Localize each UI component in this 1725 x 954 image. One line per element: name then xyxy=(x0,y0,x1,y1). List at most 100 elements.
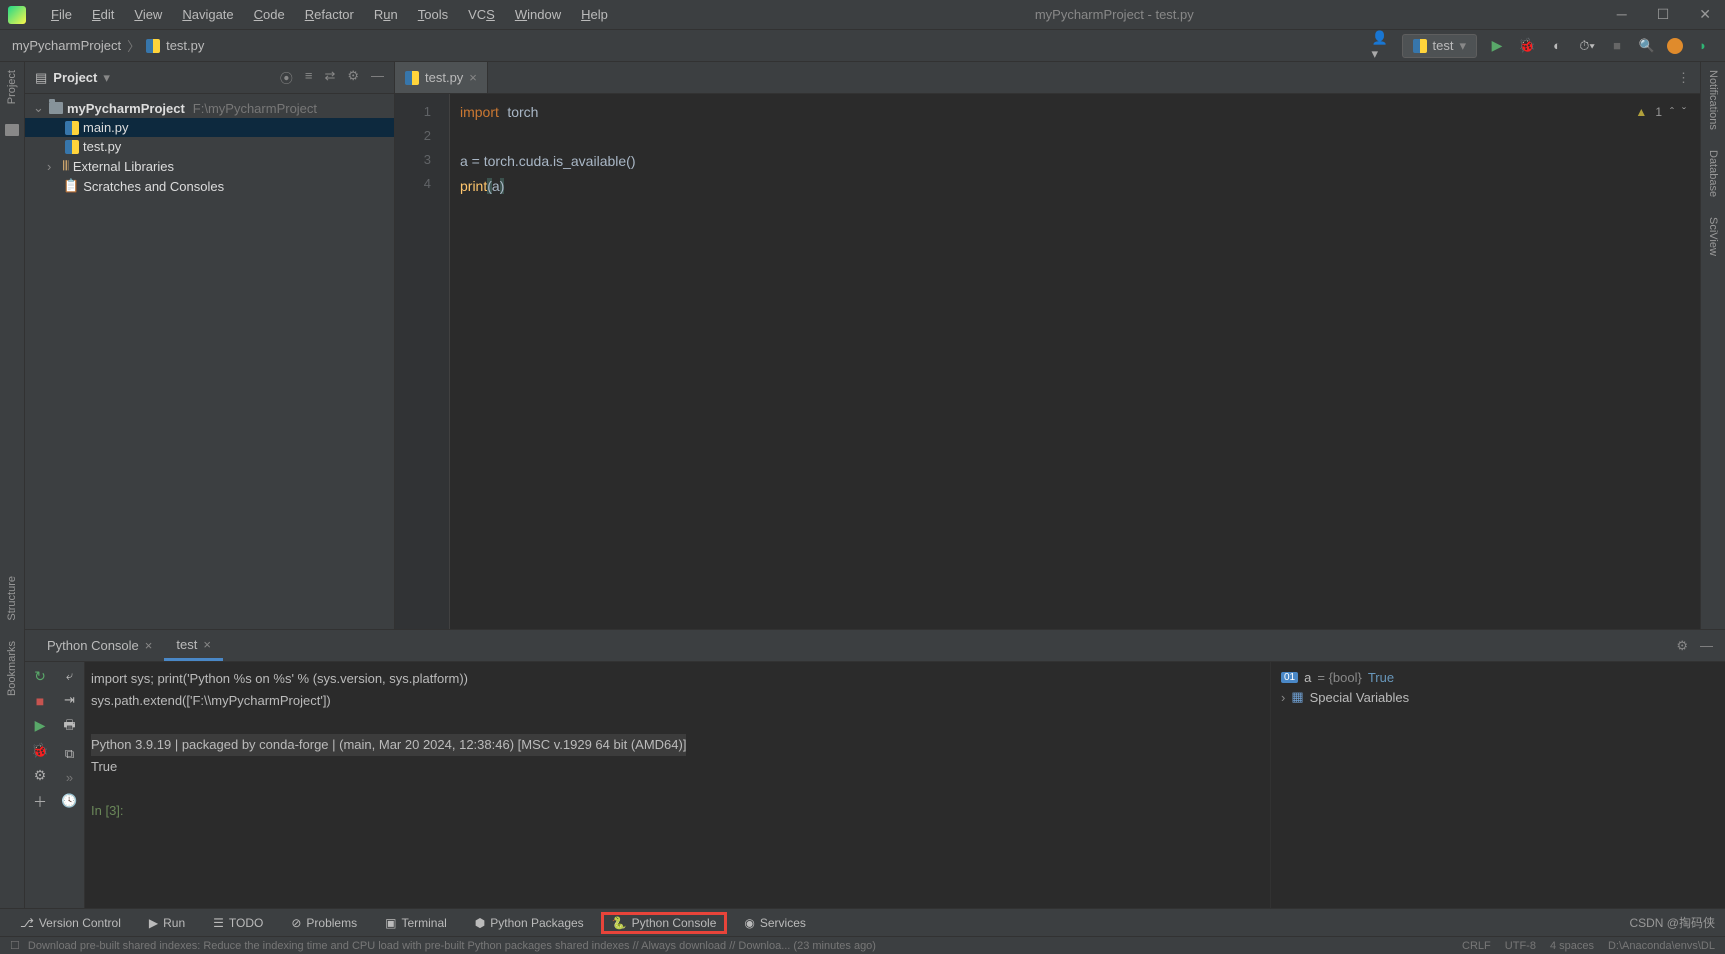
settings-icon[interactable]: ⚙ xyxy=(34,767,47,784)
tree-root[interactable]: ⌄ myPycharmProject F:\myPycharmProject xyxy=(25,98,394,118)
menu-window[interactable]: Window xyxy=(505,7,571,22)
scroll-icon[interactable]: ⇥ xyxy=(64,692,75,708)
breadcrumb-project[interactable]: myPycharmProject xyxy=(12,38,121,53)
close-icon[interactable]: × xyxy=(203,637,211,652)
bt-vcs[interactable]: ⎇Version Control xyxy=(10,913,131,933)
bt-label: Problems xyxy=(306,916,357,930)
bt-terminal[interactable]: ▣Terminal xyxy=(375,913,457,933)
next-highlight-icon[interactable]: ˇ xyxy=(1682,100,1686,124)
chevron-right-icon[interactable]: › xyxy=(1281,690,1285,705)
bottom-toolbar: ⎇Version Control ▶Run ☰TODO ⊘Problems ▣T… xyxy=(0,908,1725,936)
tree-external-libs[interactable]: › 𝄃𝄃 External Libraries xyxy=(25,156,394,176)
debug-icon[interactable]: 🐞 xyxy=(31,742,48,759)
tree-file-main[interactable]: main.py xyxy=(25,118,394,137)
panel-hide-icon[interactable]: — xyxy=(1700,638,1713,654)
tree-file-test[interactable]: test.py xyxy=(25,137,394,156)
breadcrumb-file[interactable]: test.py xyxy=(166,38,204,53)
console-prompt[interactable]: In [3]: xyxy=(91,800,1264,822)
bp-tab-label: Python Console xyxy=(47,638,139,653)
notifications-tool-tab[interactable]: Notifications xyxy=(1707,70,1719,130)
stop-button[interactable]: ■ xyxy=(1607,36,1627,56)
nav-bar: myPycharmProject 〉 test.py 👤▾ test ▾ ▶ 🐞… xyxy=(0,30,1725,62)
chevron-right-icon[interactable]: › xyxy=(47,159,59,174)
bp-tab-console[interactable]: Python Console × xyxy=(35,630,164,661)
status-indent[interactable]: 4 spaces xyxy=(1550,940,1594,952)
prompt-icon[interactable]: » xyxy=(66,770,73,785)
collapse-icon[interactable]: ⇄ xyxy=(324,68,335,87)
chevron-down-icon[interactable]: ⌄ xyxy=(33,100,45,116)
app-logo-icon xyxy=(8,6,26,24)
database-tool-tab[interactable]: Database xyxy=(1707,150,1719,197)
close-button[interactable]: ✕ xyxy=(1693,4,1717,25)
menu-edit[interactable]: Edit xyxy=(82,7,124,22)
bp-tab-test[interactable]: test × xyxy=(164,630,223,661)
menu-tools[interactable]: Tools xyxy=(408,7,458,22)
tab-options-icon[interactable]: ⋮ xyxy=(1677,70,1690,86)
close-icon[interactable]: × xyxy=(145,638,153,653)
console-line: Python 3.9.19 | packaged by conda-forge … xyxy=(91,734,686,756)
tree-scratches[interactable]: 📋 Scratches and Consoles xyxy=(25,176,394,196)
tree-file-label: main.py xyxy=(83,120,129,135)
bookmarks-tool-tab[interactable]: Bookmarks xyxy=(6,641,18,696)
bt-label: Version Control xyxy=(39,916,121,930)
menu-navigate[interactable]: Navigate xyxy=(172,7,243,22)
project-tool-tab[interactable]: Project xyxy=(6,70,18,104)
minimize-button[interactable]: ─ xyxy=(1611,4,1633,25)
console-output[interactable]: import sys; print('Python %s on %s' % (s… xyxy=(85,662,1270,908)
menu-file[interactable]: File xyxy=(41,7,82,22)
play-icon[interactable]: ▶ xyxy=(35,717,46,734)
run-button[interactable]: ▶ xyxy=(1487,36,1507,56)
notifications-indicator-icon[interactable] xyxy=(1667,38,1683,54)
line-no: 1 xyxy=(395,100,431,124)
hide-icon[interactable]: — xyxy=(371,68,384,87)
bottom-panel-tabs: Python Console × test × ⚙ — xyxy=(25,630,1725,662)
menu-refactor[interactable]: Refactor xyxy=(295,7,364,22)
var-icon[interactable]: ⧉ xyxy=(65,746,74,762)
menu-code[interactable]: Code xyxy=(244,7,295,22)
run-config-selector[interactable]: test ▾ xyxy=(1402,34,1478,58)
folder-icon[interactable] xyxy=(5,124,19,136)
panel-settings-icon[interactable]: ⚙ xyxy=(1676,638,1688,654)
add-icon[interactable]: ＋ xyxy=(33,792,47,812)
menu-vcs[interactable]: VCS xyxy=(458,7,505,22)
print-icon[interactable]: 🖶 xyxy=(63,716,75,738)
expand-icon[interactable]: ≡ xyxy=(305,68,313,87)
locate-icon[interactable]: ⦿ xyxy=(280,68,293,87)
status-tool-icon[interactable]: ☐ xyxy=(10,939,20,952)
bt-packages[interactable]: ⬢Python Packages xyxy=(465,913,594,933)
close-tab-icon[interactable]: × xyxy=(469,70,477,85)
structure-tool-tab[interactable]: Structure xyxy=(6,576,18,621)
bt-python-console[interactable]: 🐍Python Console xyxy=(602,913,727,933)
stop-icon[interactable]: ■ xyxy=(36,693,44,709)
warning-icon[interactable]: ▲ xyxy=(1635,100,1647,124)
add-user-icon[interactable]: 👤▾ xyxy=(1372,36,1392,56)
sciview-tool-tab[interactable]: SciView xyxy=(1707,217,1719,256)
menu-run[interactable]: Run xyxy=(364,7,408,22)
settings-icon[interactable]: ⚙ xyxy=(347,68,359,87)
search-button[interactable]: 🔍 xyxy=(1637,36,1657,56)
var-item-a[interactable]: 01 a = {bool} True xyxy=(1281,668,1715,687)
coverage-button[interactable]: ◐ xyxy=(1547,36,1567,56)
status-crlf[interactable]: CRLF xyxy=(1462,940,1491,952)
menu-view[interactable]: View xyxy=(124,7,172,22)
debug-button[interactable]: 🐞 xyxy=(1517,36,1537,56)
sidebar-dropdown-icon[interactable]: ▾ xyxy=(103,70,110,86)
bt-run[interactable]: ▶Run xyxy=(139,913,195,933)
status-encoding[interactable]: UTF-8 xyxy=(1505,940,1536,952)
bp-tab-label: test xyxy=(176,637,197,652)
maximize-button[interactable]: ☐ xyxy=(1651,4,1676,25)
editor-tab-test[interactable]: test.py × xyxy=(395,62,488,93)
var-item-special[interactable]: › ▦ Special Variables xyxy=(1281,687,1715,707)
ide-features-icon[interactable]: ◗ xyxy=(1693,36,1713,56)
softwrap-icon[interactable]: ⤶ xyxy=(66,668,73,684)
profile-button[interactable]: ⏱▾ xyxy=(1577,36,1597,56)
menu-help[interactable]: Help xyxy=(571,7,618,22)
bt-problems[interactable]: ⊘Problems xyxy=(281,913,367,933)
status-interpreter[interactable]: D:\Anaconda\envs\DL xyxy=(1608,940,1715,952)
prev-highlight-icon[interactable]: ˆ xyxy=(1670,100,1674,124)
rerun-icon[interactable]: ↻ xyxy=(34,668,46,685)
bt-services[interactable]: ◉Services xyxy=(734,913,816,933)
history-icon[interactable]: 🕓 xyxy=(61,793,77,809)
run-config-label: test xyxy=(1433,38,1454,53)
bt-todo[interactable]: ☰TODO xyxy=(203,913,273,933)
